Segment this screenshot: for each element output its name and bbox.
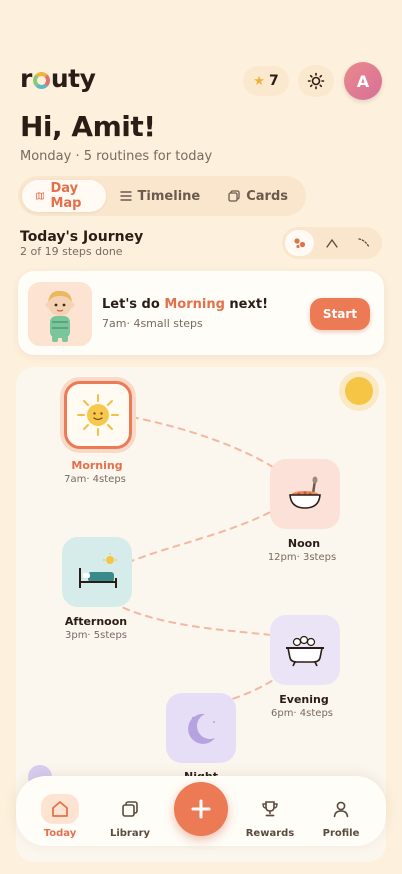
nav-rewards[interactable]: Rewards <box>239 794 301 839</box>
tab-cards[interactable]: Cards <box>214 180 302 212</box>
cards-icon <box>228 190 240 202</box>
routine-meta-morning: 7am· 4steps <box>64 474 126 485</box>
plus-icon <box>191 799 211 819</box>
moon-icon <box>188 713 215 744</box>
next-suffix: next! <box>224 297 269 312</box>
journey-title: Today's Journey <box>20 229 144 245</box>
page-subtitle: Monday · 5 routines for today <box>20 149 213 164</box>
logo-ring-icon <box>32 72 50 89</box>
nav-label: Library <box>109 828 151 839</box>
view-tabs: Day Map Timeline Cards <box>18 176 306 216</box>
dots-view-icon <box>294 238 305 249</box>
app-logo: r uty <box>20 64 96 93</box>
routine-node-evening[interactable] <box>270 615 340 685</box>
routine-label-evening: Evening <box>279 693 329 706</box>
nav-profile[interactable]: Profile <box>310 794 372 839</box>
routine-label-afternoon: Afternoon <box>64 615 128 628</box>
tab-label: Cards <box>246 188 288 204</box>
profile-icon <box>333 801 349 818</box>
bed-icon <box>79 553 117 588</box>
next-routine-meta: 7am· 4small steps <box>102 317 203 330</box>
stars-count: 7 <box>268 73 279 89</box>
path-view-button[interactable] <box>317 230 346 256</box>
next-prefix: Let's do <box>102 297 165 312</box>
list-icon <box>119 191 132 201</box>
routine-label-morning: Morning <box>71 459 123 472</box>
tab-timeline[interactable]: Timeline <box>106 180 215 212</box>
next-routine-name: Morning <box>164 297 225 312</box>
logo-text-end: uty <box>50 64 96 93</box>
routine-label-noon: Noon <box>287 537 321 550</box>
star-icon: ★ <box>253 73 265 89</box>
sun-icon <box>77 394 119 436</box>
map-icon <box>36 192 45 200</box>
scatter-view-icon <box>358 238 370 248</box>
bathtub-icon <box>286 635 324 667</box>
routine-meta-noon: 12pm· 3steps <box>267 552 337 563</box>
page-title: Hi, Amit! <box>20 110 156 143</box>
scatter-view-button[interactable] <box>350 230 379 256</box>
tab-day-map[interactable]: Day Map <box>22 180 106 212</box>
routine-node-afternoon[interactable] <box>62 537 132 607</box>
routine-node-night[interactable] <box>166 693 236 763</box>
home-icon <box>52 801 68 817</box>
nav-label: Profile <box>322 828 360 839</box>
tab-label: Day Map <box>50 181 82 211</box>
routine-node-morning[interactable] <box>60 377 136 453</box>
next-routine-title: Let's do Morning next! <box>102 297 268 312</box>
trophy-icon <box>262 801 278 817</box>
nav-label: Today <box>43 828 77 839</box>
path-view-icon <box>326 238 338 248</box>
nav-library[interactable]: Library <box>99 794 161 839</box>
avatar[interactable]: A <box>344 62 382 100</box>
bowl-icon <box>289 476 321 509</box>
stars-badge[interactable]: ★ 7 <box>243 66 289 96</box>
library-icon <box>122 801 138 817</box>
routine-node-noon[interactable] <box>270 459 340 529</box>
routine-meta-afternoon: 3pm· 5steps <box>64 630 127 641</box>
logo-text-start: r <box>20 64 32 93</box>
nav-label: Rewards <box>245 828 295 839</box>
add-routine-button[interactable] <box>174 782 228 836</box>
nav-today[interactable]: Today <box>29 794 91 839</box>
map-view-toggle <box>282 227 382 259</box>
sun-outline-icon <box>307 72 325 90</box>
child-avatar-illustration <box>28 282 92 346</box>
brightness-button[interactable] <box>298 65 334 97</box>
journey-progress: 2 of 19 steps done <box>20 245 123 258</box>
start-button[interactable]: Start <box>310 298 370 330</box>
tab-label: Timeline <box>137 188 201 204</box>
dots-view-button[interactable] <box>285 230 315 256</box>
routine-meta-evening: 6pm· 4steps <box>270 708 333 719</box>
